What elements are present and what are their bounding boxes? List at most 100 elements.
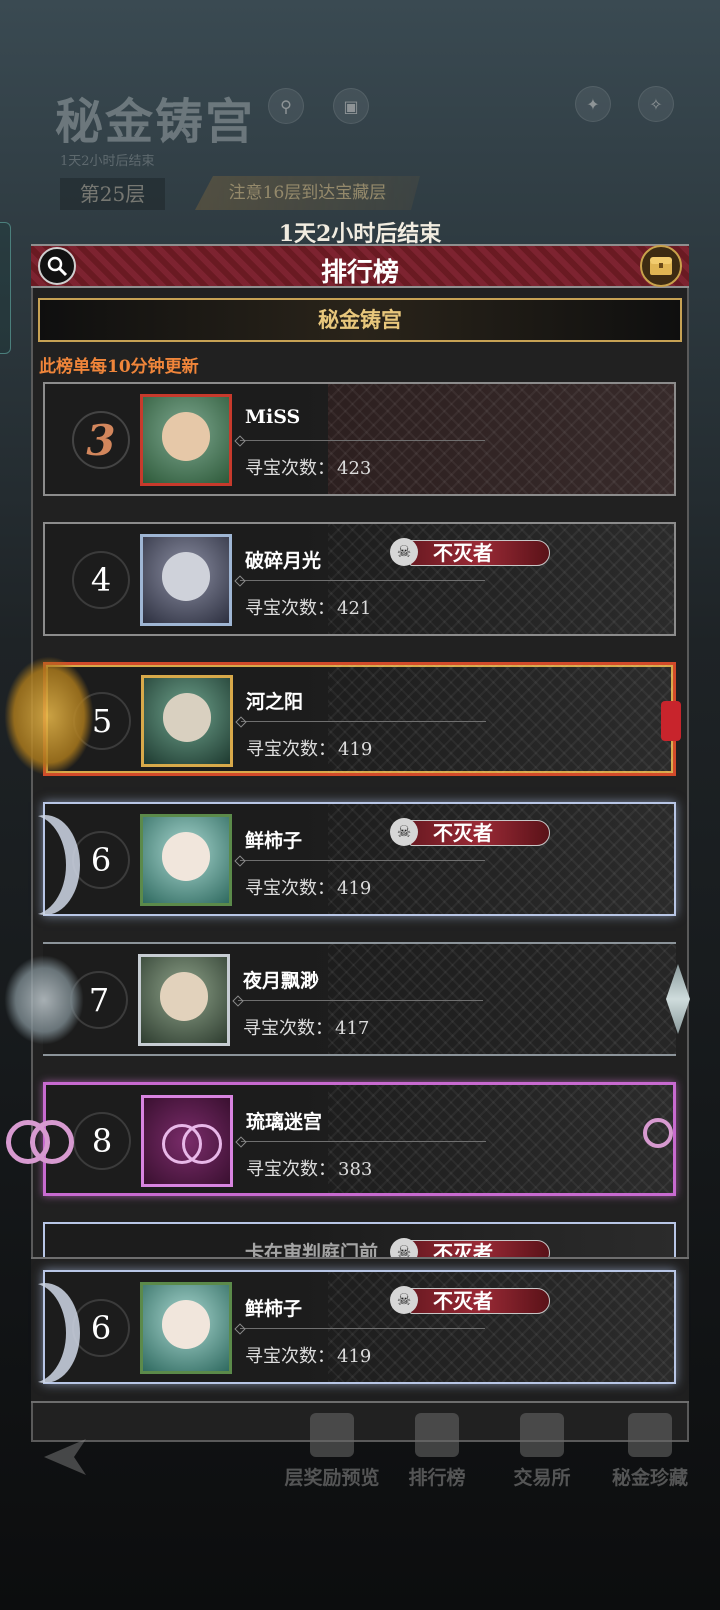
row-pattern <box>328 665 673 773</box>
treasure-count-label: 寻宝次数： <box>243 1018 333 1039</box>
avatar-face <box>161 1300 211 1349</box>
magnifier-icon: ⚲ <box>268 88 304 124</box>
player-avatar[interactable] <box>141 675 233 767</box>
avatar-ring <box>182 1124 222 1164</box>
my-rank-row[interactable]: 6 鲜柿子 不灭者 ☠ 寻宝次数： 419 <box>43 1270 676 1384</box>
skull-icon: ☠ <box>390 538 418 566</box>
player-name: 鲜柿子 <box>245 1298 303 1320</box>
winged-emblem-frame-icon <box>4 955 84 1045</box>
avatar-face <box>162 693 212 742</box>
treasure-count-value: 383 <box>338 1159 373 1180</box>
leaderboard-row[interactable]: 6 鲜柿子 不灭者 ☠ 寻宝次数： 419 <box>43 802 676 916</box>
treasure-count: 寻宝次数： 383 <box>246 1155 372 1181</box>
row-pattern <box>328 384 674 494</box>
search-icon <box>47 256 68 277</box>
treasure-count: 寻宝次数： 423 <box>245 454 371 480</box>
rank-number: 4 <box>72 551 130 609</box>
leaderboard-row[interactable]: 7 夜月飘渺 寻宝次数： 417 <box>43 942 690 1056</box>
player-name: 破碎月光 <box>245 550 322 572</box>
treasure-count-value: 423 <box>337 458 372 479</box>
nav-label: 交易所 <box>513 1467 571 1489</box>
treasure-count-value: 417 <box>335 1018 370 1039</box>
crescent-moon-frame-icon <box>10 1283 80 1383</box>
leaderboard-row[interactable]: 卡在审判庭门前 不灭者 ☠ <box>43 1222 676 1262</box>
player-avatar[interactable] <box>140 534 232 626</box>
background-title: 秘金铸宫 <box>55 94 256 150</box>
trophy-icon <box>415 1413 459 1457</box>
exchange-icon <box>520 1413 564 1457</box>
row-pattern <box>327 944 676 1054</box>
leaderboard-row[interactable]: 5 河之阳 寻宝次数： 419 <box>43 662 681 776</box>
update-notice: 此榜单每10分钟更新 <box>39 357 199 377</box>
crescent-moon-frame-icon <box>10 815 80 915</box>
player-avatar[interactable] <box>140 814 232 906</box>
title-badge-label: 不灭者 <box>410 820 550 846</box>
title-badge: 不灭者 ☠ <box>390 816 552 850</box>
player-avatar[interactable] <box>140 394 232 486</box>
search-button[interactable] <box>38 247 76 285</box>
treasure-count-label: 寻宝次数： <box>245 458 335 479</box>
row-divider <box>238 1000 483 1001</box>
background-subtitle: 1天2小时后结束 <box>60 154 155 169</box>
player-avatar[interactable] <box>140 1282 232 1374</box>
title-badge-label: 不灭者 <box>410 1288 550 1314</box>
skull-icon: ☠ <box>390 818 418 846</box>
background-task-banner: 注意16层到达宝藏层 <box>195 176 420 210</box>
nav-treasure-collection[interactable]: 秘金珍藏 <box>600 1405 700 1490</box>
rank-number: 6 <box>72 1299 130 1357</box>
reward-chest-button[interactable] <box>640 245 682 287</box>
row-divider <box>240 580 485 581</box>
row-divider <box>240 860 485 861</box>
player-name: 琉璃迷宫 <box>246 1111 323 1133</box>
row-divider <box>241 721 486 722</box>
chest-icon <box>650 257 672 275</box>
lantern-ornament-icon <box>661 701 681 741</box>
key-icon: ✦ <box>575 86 611 122</box>
treasure-count-value: 421 <box>337 598 372 619</box>
panel-header: 排行榜 <box>31 244 689 288</box>
leaderboard-row[interactable]: 3 MiSS 寻宝次数： 423 <box>43 382 676 496</box>
player-avatar[interactable] <box>141 1095 233 1187</box>
treasure-count-value: 419 <box>338 739 373 760</box>
avatar-face <box>161 412 211 461</box>
title-badge-label: 不灭者 <box>410 540 550 566</box>
title-badge: 不灭者 ☠ <box>390 536 552 570</box>
treasure-count-label: 寻宝次数： <box>245 1346 335 1367</box>
panel-title: 排行榜 <box>320 258 399 288</box>
skull-icon: ☠ <box>390 1286 418 1314</box>
player-name: 鲜柿子 <box>245 830 303 852</box>
player-avatar[interactable] <box>138 954 230 1046</box>
nav-floor-rewards[interactable]: 层奖励预览 <box>282 1405 382 1490</box>
avatar-face <box>161 552 211 601</box>
nav-leaderboard[interactable]: 排行榜 <box>387 1405 487 1490</box>
leaderboard-row[interactable]: 8 琉璃迷宫 寻宝次数： 383 <box>43 1082 676 1196</box>
avatar-face <box>159 972 209 1021</box>
nav-label: 秘金珍藏 <box>611 1467 688 1489</box>
player-name: MiSS <box>245 406 301 428</box>
rank-number: 3 <box>72 411 130 469</box>
avatar-face <box>161 832 211 881</box>
background-floor-label: 第25层 <box>60 178 165 210</box>
treasure-count: 寻宝次数： 419 <box>245 874 371 900</box>
treasure-count: 寻宝次数： 419 <box>246 735 372 761</box>
row-pattern <box>328 1085 673 1193</box>
treasure-collection-icon <box>628 1413 672 1457</box>
treasure-count: 寻宝次数： 421 <box>245 594 371 620</box>
treasure-count-label: 寻宝次数： <box>246 739 336 760</box>
treasure-count-value: 419 <box>337 878 372 899</box>
treasure-count-label: 寻宝次数： <box>245 598 335 619</box>
player-name: 河之阳 <box>246 691 304 713</box>
player-name: 夜月飘渺 <box>243 970 320 992</box>
row-divider <box>240 1328 485 1329</box>
leaderboard-row[interactable]: 4 破碎月光 不灭者 ☠ 寻宝次数： 421 <box>43 522 676 636</box>
reward-preview-icon <box>310 1413 354 1457</box>
title-badge: 不灭者 ☠ <box>390 1284 552 1318</box>
leaderboard-category-banner: 秘金铸宫 <box>38 298 682 342</box>
nav-exchange[interactable]: 交易所 <box>492 1405 592 1490</box>
treasure-count: 寻宝次数： 419 <box>245 1342 371 1368</box>
rank-number: 6 <box>72 831 130 889</box>
row-divider <box>241 1141 486 1142</box>
nav-label: 排行榜 <box>408 1467 466 1489</box>
bottom-navigation: 层奖励预览 排行榜 交易所 秘金珍藏 <box>0 1405 720 1515</box>
back-arrow-icon[interactable] <box>40 1435 90 1479</box>
